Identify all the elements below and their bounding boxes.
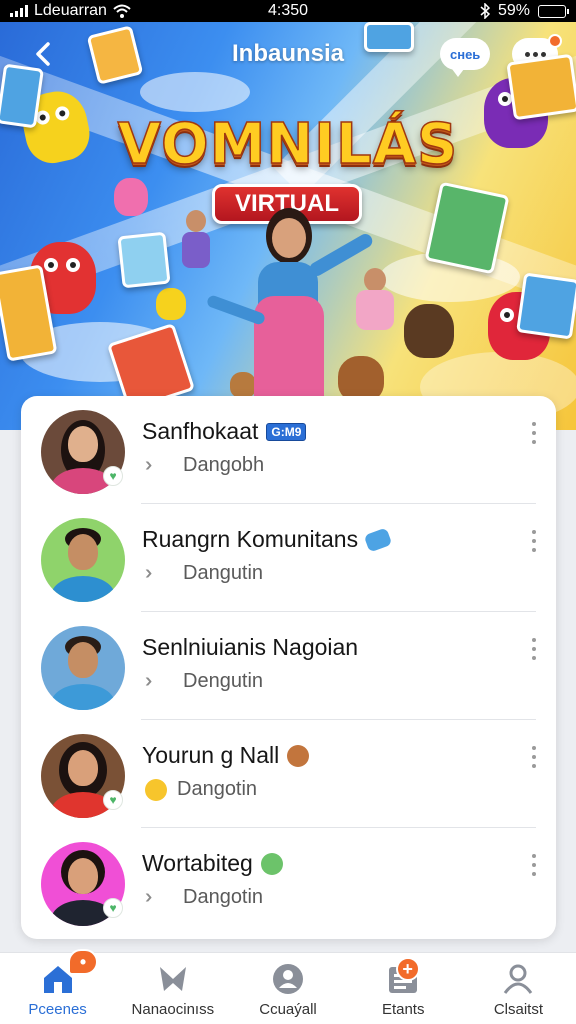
- avatar: [41, 626, 125, 710]
- nav-label: Etants: [381, 1001, 425, 1018]
- item-name: Sanfhokaat: [142, 418, 259, 444]
- carrier-name: Ldeuarran: [34, 2, 107, 19]
- item-more-icon[interactable]: [530, 746, 538, 768]
- battery-percent: 59%: [497, 2, 530, 19]
- item-name: Wortabiteg: [142, 850, 253, 876]
- bluetooth-icon: [480, 3, 490, 19]
- laughing-emoji-icon: [145, 778, 167, 801]
- wifi-icon: [113, 4, 131, 18]
- game-card-illustration: [364, 22, 414, 52]
- list-item[interactable]: ♥ Yourun g Nall Dangotin: [21, 720, 556, 828]
- item-more-icon[interactable]: [530, 854, 538, 876]
- signal-icon: [10, 5, 28, 17]
- hero-banner: Inbaunsia cнeь VOMNILÁS VIRTUAL: [0, 22, 576, 430]
- notification-badge: •: [68, 949, 98, 975]
- add-badge-icon: +: [395, 957, 420, 981]
- child-illustration: [176, 210, 216, 280]
- ribbon-icon: [159, 967, 186, 991]
- double-chevron-icon: ››: [145, 670, 152, 692]
- battery-icon: [538, 4, 569, 18]
- chat-button[interactable]: cнeь: [440, 38, 491, 77]
- item-more-icon[interactable]: [530, 530, 538, 552]
- community-list: ♥ Sanfhokaat G:M9 ›› Dangobh Ruangrn Kom…: [21, 396, 556, 939]
- item-subtitle: Dangotin: [177, 778, 258, 800]
- item-name: Ruangrn Komunitans: [142, 526, 359, 552]
- double-chevron-icon: ››: [145, 454, 152, 476]
- double-chevron-icon: ››: [145, 562, 152, 584]
- notification-dot: [548, 34, 562, 48]
- game-card-illustration: [516, 272, 576, 340]
- list-item[interactable]: ♥ Sanfhokaat G:M9 ›› Dangobh: [21, 396, 556, 504]
- bear-emoji-icon: [287, 744, 310, 767]
- item-subtitle: Dangutin: [183, 562, 264, 584]
- bottom-nav: • Pceenes Nanaocinıss Ccuaýall + Etants …: [0, 949, 576, 1024]
- verified-check-icon: ♥: [103, 790, 123, 810]
- item-name: Senlniuianis Nagoian: [142, 634, 359, 660]
- nav-home[interactable]: • Pceenes: [0, 949, 115, 1024]
- frog-emoji-icon: [260, 852, 283, 875]
- list-item[interactable]: Senlniuianis Nagoian ›› Dengutin: [21, 612, 556, 720]
- nav-item[interactable]: Clsaitst: [461, 953, 576, 1024]
- teddy-bear-illustration: [404, 304, 454, 358]
- nav-label: Ccuaýall: [259, 1001, 317, 1018]
- item-subtitle: Dangobh: [183, 454, 265, 476]
- hero-nav: Inbaunsia cнeь: [0, 32, 576, 77]
- game-card-illustration: [117, 231, 171, 289]
- nav-label: Clsaitst: [493, 1001, 543, 1018]
- item-subtitle: Dengutin: [183, 670, 264, 692]
- person-circle-icon: [273, 964, 303, 994]
- pink-monster-illustration: [114, 178, 148, 216]
- verified-check-icon: ♥: [103, 898, 123, 918]
- nav-label: Nanaocinıss: [131, 1001, 215, 1018]
- item-name: Yourun g Nall: [142, 742, 280, 768]
- status-badge: G:M9: [266, 422, 307, 441]
- item-more-icon[interactable]: [530, 638, 538, 660]
- status-bar: Ldeuarran 4:350 59%: [0, 0, 576, 22]
- verified-check-icon: ♥: [103, 466, 123, 486]
- double-chevron-icon: ››: [145, 886, 152, 908]
- nav-item[interactable]: Nanaocinıss: [115, 953, 230, 1024]
- list-item[interactable]: Ruangrn Komunitans ›› Dangutin: [21, 504, 556, 612]
- status-time: 4:350: [267, 2, 309, 19]
- item-more-icon[interactable]: [530, 422, 538, 444]
- nav-item[interactable]: Ccuaýall: [230, 953, 345, 1024]
- nav-label: Pceenes: [28, 1001, 87, 1018]
- nav-item[interactable]: + Etants: [346, 953, 461, 1024]
- game-card-illustration: [506, 53, 576, 121]
- yellow-monster-illustration: [156, 288, 186, 320]
- item-subtitle: Dangotin: [183, 886, 264, 908]
- child-illustration: [340, 268, 410, 342]
- avatar: [41, 518, 125, 602]
- user-icon: [504, 964, 533, 994]
- list-item[interactable]: ♥ Wortabiteg ›› Dangotin: [21, 828, 556, 936]
- gamepad-icon: [363, 526, 393, 553]
